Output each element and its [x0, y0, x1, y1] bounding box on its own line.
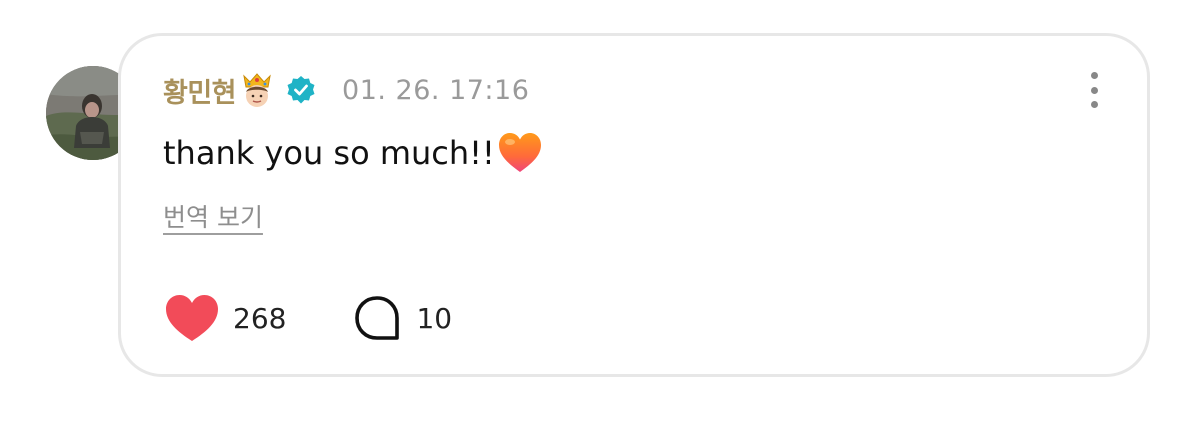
more-vertical-icon [1090, 72, 1098, 79]
reply-count: 10 [416, 301, 453, 335]
crown-prince-icon [240, 72, 274, 108]
comment-body: thank you so much!! [163, 128, 543, 178]
reply-button[interactable]: 10 [352, 294, 452, 342]
like-count: 268 [233, 301, 287, 335]
translate-link[interactable]: 번역 보기 [163, 198, 263, 234]
comment-timestamp: 01. 26. 17:16 [342, 74, 530, 106]
author-name[interactable]: 황민현 [163, 71, 237, 110]
more-options-button[interactable] [1078, 70, 1110, 110]
more-vertical-icon-dot [1090, 101, 1098, 108]
more-vertical-icon-dot [1090, 86, 1098, 94]
verified-badge-icon [286, 75, 316, 105]
comment-header: 황민현 01. 26. 17:16 [163, 68, 529, 112]
comment-actions: 268 10 [163, 292, 452, 344]
orange-heart-icon [497, 131, 543, 175]
comment-bubble-icon [352, 294, 402, 342]
comment-text: thank you so much!! [163, 134, 495, 172]
heart-icon [163, 292, 221, 344]
comment-thread: 황민현 01. 26. 17:16 thank you so much!! 번역… [0, 0, 1200, 423]
like-button[interactable]: 268 [163, 292, 286, 344]
